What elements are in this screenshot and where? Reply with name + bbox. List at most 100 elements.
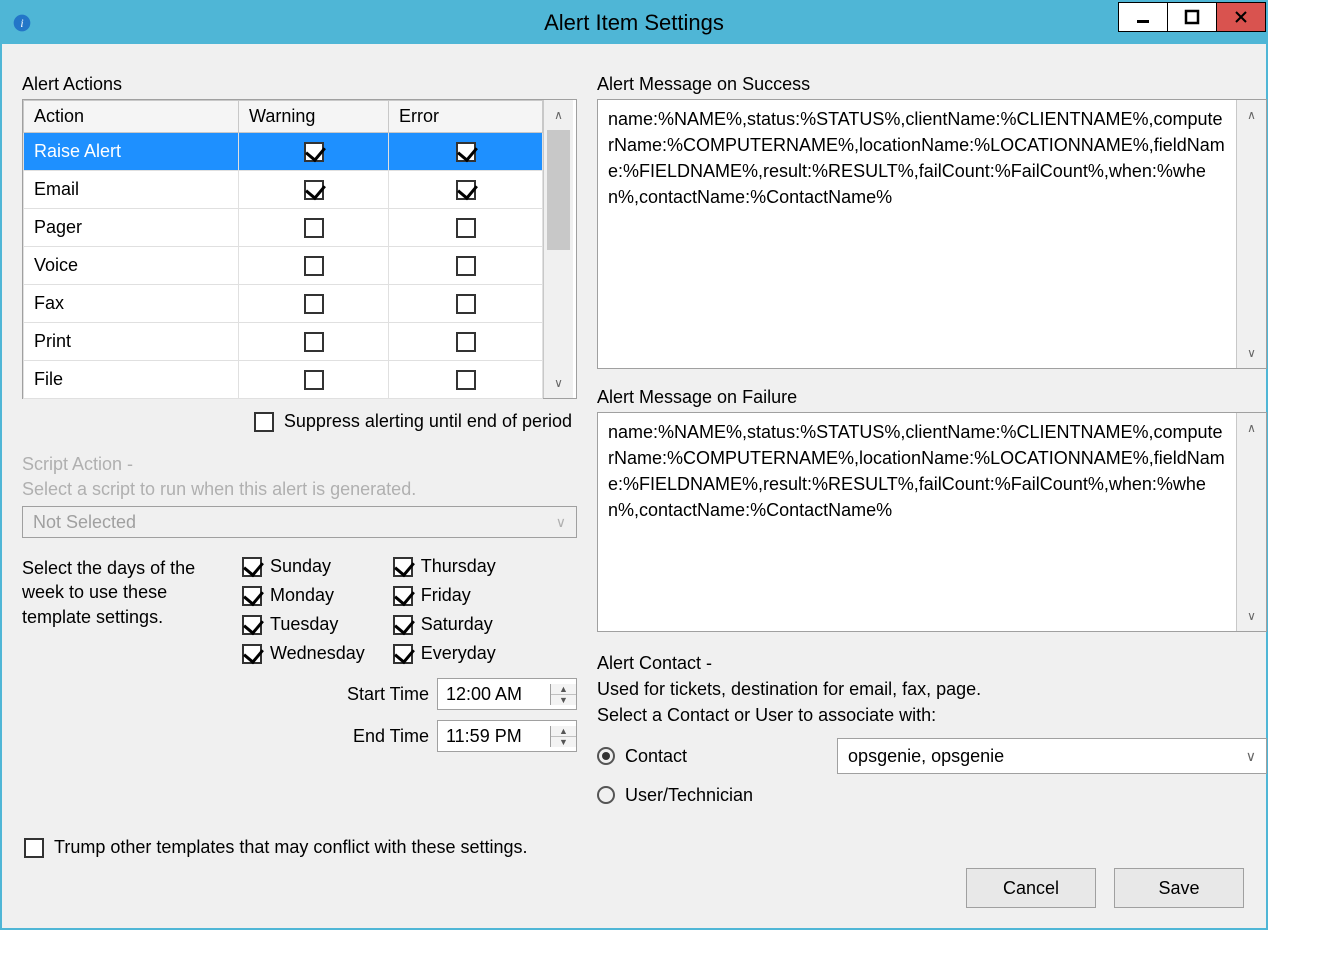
day-checkbox[interactable] xyxy=(242,586,262,606)
table-row[interactable]: Raise Alert xyxy=(24,133,543,171)
day-item: Wednesday xyxy=(242,643,365,664)
table-row[interactable]: File xyxy=(24,361,543,399)
warning-checkbox[interactable] xyxy=(304,218,324,238)
start-time-value: 12:00 AM xyxy=(438,684,550,705)
day-checkbox[interactable] xyxy=(242,644,262,664)
action-cell-label: Fax xyxy=(34,293,64,313)
actions-scrollbar[interactable]: ∧ ∨ xyxy=(543,100,573,398)
action-cell-label: Email xyxy=(34,179,79,199)
maximize-button[interactable] xyxy=(1167,2,1217,32)
day-item: Friday xyxy=(393,585,496,606)
table-row[interactable]: Email xyxy=(24,171,543,209)
contact-combo[interactable]: opsgenie, opsgenie ∨ xyxy=(837,738,1267,774)
chevron-down-icon: ∨ xyxy=(1246,746,1256,766)
end-time-up-icon[interactable]: ▲ xyxy=(551,726,576,737)
start-time-up-icon[interactable]: ▲ xyxy=(551,684,576,695)
day-label: Friday xyxy=(421,585,471,606)
app-icon: i xyxy=(12,13,32,33)
day-checkbox[interactable] xyxy=(393,615,413,635)
scroll-up-icon[interactable]: ∧ xyxy=(1237,100,1266,130)
day-item: Tuesday xyxy=(242,614,365,635)
error-checkbox[interactable] xyxy=(456,142,476,162)
table-row[interactable]: Fax xyxy=(24,285,543,323)
trump-checkbox[interactable] xyxy=(24,838,44,858)
action-cell-label: Voice xyxy=(34,255,78,275)
day-checkbox[interactable] xyxy=(393,557,413,577)
error-checkbox[interactable] xyxy=(456,294,476,314)
save-button[interactable]: Save xyxy=(1114,868,1244,908)
day-label: Thursday xyxy=(421,556,496,577)
error-checkbox[interactable] xyxy=(456,180,476,200)
error-checkbox[interactable] xyxy=(456,370,476,390)
table-row[interactable]: Print xyxy=(24,323,543,361)
user-radio[interactable] xyxy=(597,786,615,804)
warning-checkbox[interactable] xyxy=(304,294,324,314)
suppress-checkbox[interactable] xyxy=(254,412,274,432)
scroll-thumb[interactable] xyxy=(547,130,570,250)
error-checkbox[interactable] xyxy=(456,256,476,276)
day-checkbox[interactable] xyxy=(393,644,413,664)
titlebar: i Alert Item Settings xyxy=(2,2,1266,44)
start-time-down-icon[interactable]: ▼ xyxy=(551,695,576,705)
day-label: Sunday xyxy=(270,556,331,577)
table-row[interactable]: Voice xyxy=(24,247,543,285)
minimize-button[interactable] xyxy=(1118,2,1168,32)
warning-checkbox[interactable] xyxy=(304,180,324,200)
day-checkbox[interactable] xyxy=(242,557,262,577)
close-button[interactable] xyxy=(1216,2,1266,32)
trump-label: Trump other templates that may conflict … xyxy=(54,837,528,858)
error-column-header[interactable]: Error xyxy=(389,101,543,133)
day-item: Saturday xyxy=(393,614,496,635)
script-action-combo[interactable]: Not Selected ∨ xyxy=(22,506,577,538)
day-label: Tuesday xyxy=(270,614,338,635)
contact-radio[interactable] xyxy=(597,747,615,765)
script-action-help: Select a script to run when this alert i… xyxy=(22,479,577,500)
scroll-track[interactable] xyxy=(544,130,573,368)
success-msg-box[interactable]: name:%NAME%,status:%STATUS%,clientName:%… xyxy=(597,99,1267,369)
day-item: Everyday xyxy=(393,643,496,664)
contact-radio-label: Contact xyxy=(625,743,687,769)
scroll-down-icon[interactable]: ∨ xyxy=(1237,338,1266,368)
action-cell-label: File xyxy=(34,369,63,389)
day-label: Saturday xyxy=(421,614,493,635)
start-time-input[interactable]: 12:00 AM ▲ ▼ xyxy=(437,678,577,710)
alert-actions-table: Action Warning Error Raise Alert Email Pag… xyxy=(22,99,577,399)
warning-column-header[interactable]: Warning xyxy=(239,101,389,133)
scroll-down-icon[interactable]: ∨ xyxy=(544,368,573,398)
day-item: Sunday xyxy=(242,556,365,577)
warning-checkbox[interactable] xyxy=(304,370,324,390)
error-checkbox[interactable] xyxy=(456,218,476,238)
end-time-down-icon[interactable]: ▼ xyxy=(551,737,576,747)
error-checkbox[interactable] xyxy=(456,332,476,352)
scroll-down-icon[interactable]: ∨ xyxy=(1237,601,1266,631)
day-label: Monday xyxy=(270,585,334,606)
action-cell-label: Pager xyxy=(34,217,82,237)
action-cell-label: Print xyxy=(34,331,71,351)
cancel-button[interactable]: Cancel xyxy=(966,868,1096,908)
action-column-header[interactable]: Action xyxy=(24,101,239,133)
warning-checkbox[interactable] xyxy=(304,332,324,352)
script-action-heading: Script Action - xyxy=(22,454,577,475)
scroll-up-icon[interactable]: ∧ xyxy=(544,100,573,130)
day-checkbox[interactable] xyxy=(393,586,413,606)
script-action-value: Not Selected xyxy=(33,512,136,533)
svg-text:i: i xyxy=(20,17,23,30)
warning-checkbox[interactable] xyxy=(304,142,324,162)
scroll-up-icon[interactable]: ∧ xyxy=(1237,413,1266,443)
alert-contact-line2: Select a Contact or User to associate wi… xyxy=(597,702,1267,728)
chevron-down-icon: ∨ xyxy=(556,514,566,531)
warning-checkbox[interactable] xyxy=(304,256,324,276)
failure-msg-box[interactable]: name:%NAME%,status:%STATUS%,clientName:%… xyxy=(597,412,1267,632)
day-label: Wednesday xyxy=(270,643,365,664)
end-time-value: 11:59 PM xyxy=(438,726,550,747)
suppress-label: Suppress alerting until end of period xyxy=(284,411,572,432)
success-msg-label: Alert Message on Success xyxy=(597,74,1267,95)
action-cell-label: Raise Alert xyxy=(34,141,121,161)
end-time-input[interactable]: 11:59 PM ▲ ▼ xyxy=(437,720,577,752)
success-scrollbar[interactable]: ∧ ∨ xyxy=(1236,100,1266,368)
day-checkbox[interactable] xyxy=(242,615,262,635)
user-radio-label: User/Technician xyxy=(625,782,753,808)
failure-scrollbar[interactable]: ∧ ∨ xyxy=(1236,413,1266,631)
failure-msg-text: name:%NAME%,status:%STATUS%,clientName:%… xyxy=(598,413,1236,631)
table-row[interactable]: Pager xyxy=(24,209,543,247)
